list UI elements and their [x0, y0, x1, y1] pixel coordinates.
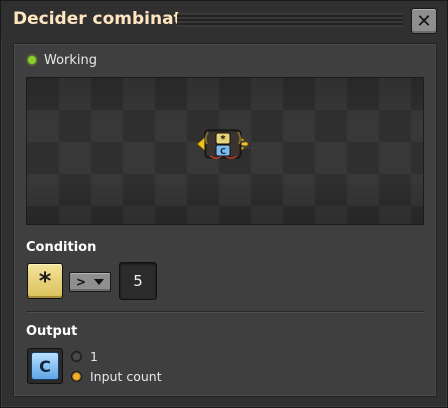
- output-signal-slot[interactable]: C: [27, 348, 63, 384]
- chevron-down-icon: [94, 279, 104, 285]
- condition-signal-slot[interactable]: *: [27, 263, 63, 299]
- section-divider: [26, 311, 424, 313]
- constant-value: 5: [133, 272, 143, 290]
- status-indicator: Working: [28, 52, 98, 68]
- output-option-one[interactable]: 1: [71, 349, 98, 364]
- output-option-input-count[interactable]: Input count: [71, 369, 162, 384]
- condition-label: Condition: [26, 240, 97, 255]
- status-led-icon: [28, 56, 36, 64]
- radio-button-off[interactable]: [71, 351, 82, 362]
- output-option-label: Input count: [90, 369, 162, 384]
- drag-handle[interactable]: [177, 13, 403, 27]
- comparator-value: >: [76, 275, 87, 289]
- close-icon: ✕: [416, 10, 432, 32]
- decider-combinator-icon: * C: [196, 129, 254, 159]
- signal-each-icon: *: [38, 267, 52, 295]
- close-button[interactable]: ✕: [411, 8, 437, 34]
- decider-combinator-window: Decider combinator ✕ Working * C Conditi…: [0, 0, 448, 408]
- constant-value-field[interactable]: 5: [119, 262, 157, 300]
- status-text: Working: [44, 52, 98, 68]
- window-title: Decider combinator: [13, 9, 202, 29]
- entity-preview: * C: [26, 77, 424, 225]
- svg-text:C: C: [220, 147, 226, 156]
- svg-text:*: *: [220, 134, 226, 145]
- content-panel: Working * C Condition * > 5 Output C 1 I…: [13, 43, 437, 397]
- radio-button-on[interactable]: [71, 371, 82, 382]
- output-option-label: 1: [90, 349, 98, 364]
- title-bar[interactable]: Decider combinator ✕: [1, 1, 447, 39]
- comparator-dropdown[interactable]: >: [69, 272, 111, 292]
- signal-C-icon: C: [31, 352, 59, 380]
- output-label: Output: [26, 324, 78, 339]
